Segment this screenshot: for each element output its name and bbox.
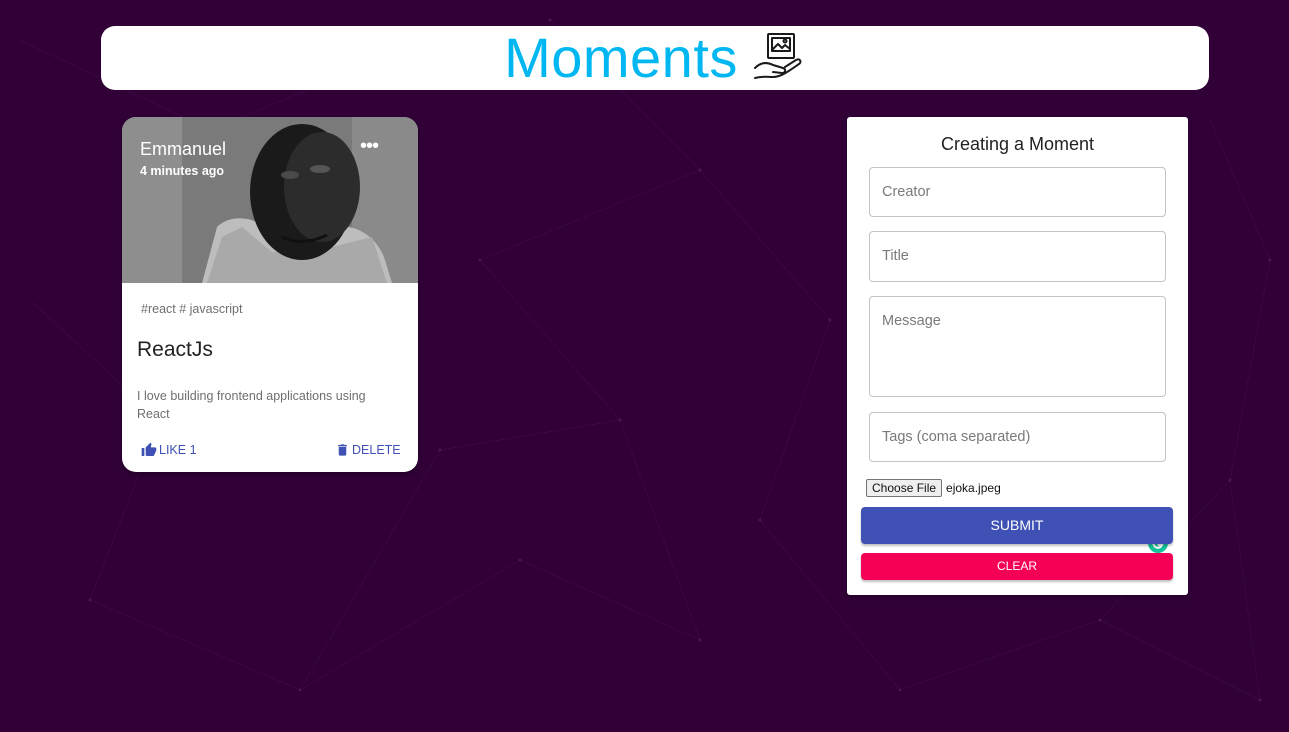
like-button[interactable]: LIKE 1: [141, 442, 197, 458]
message-textarea[interactable]: Message: [869, 296, 1168, 553]
post-actions: LIKE 1 DELETE: [122, 442, 418, 464]
choose-file-button[interactable]: Choose File: [866, 479, 943, 497]
post-title: ReactJs: [137, 338, 213, 361]
post-timestamp: 4 minutes ago: [140, 164, 225, 178]
clear-button[interactable]: CLEAR: [861, 553, 1173, 580]
create-moment-form: Creating a Moment Creator Title Message …: [847, 117, 1188, 595]
form-heading: Creating a Moment: [940, 134, 1095, 154]
tags-input[interactable]: Tags (coma separated): [869, 412, 1166, 462]
message-placeholder: Message: [882, 313, 941, 329]
post-creator: Emmanuel: [140, 139, 227, 159]
selected-file-name: ejoka.jpeg: [946, 481, 1001, 495]
more-horiz-icon[interactable]: •••: [360, 136, 379, 156]
post-message: I love building frontend applications us…: [137, 389, 366, 421]
delete-button[interactable]: DELETE: [335, 442, 401, 458]
delete-label: DELETE: [352, 443, 401, 457]
title-input[interactable]: Title: [869, 231, 1166, 282]
trash-icon: [338, 444, 347, 456]
hand-holding-picture-icon: [752, 30, 806, 89]
app-title: Moments: [504, 26, 738, 89]
post-tags: #react # javascript: [141, 302, 243, 316]
thumb-up-icon: [141, 442, 157, 456]
post-card: Emmanuel 4 minutes ago ••• #react # java…: [122, 117, 418, 472]
like-label: LIKE 1: [159, 443, 197, 457]
submit-button[interactable]: SUBMIT: [861, 507, 1173, 544]
post-image: Emmanuel 4 minutes ago •••: [122, 117, 418, 283]
file-picker: Choose File ejoka.jpeg: [866, 479, 1001, 497]
creator-input[interactable]: Creator: [869, 167, 1166, 217]
app-bar: Moments: [101, 26, 1209, 90]
